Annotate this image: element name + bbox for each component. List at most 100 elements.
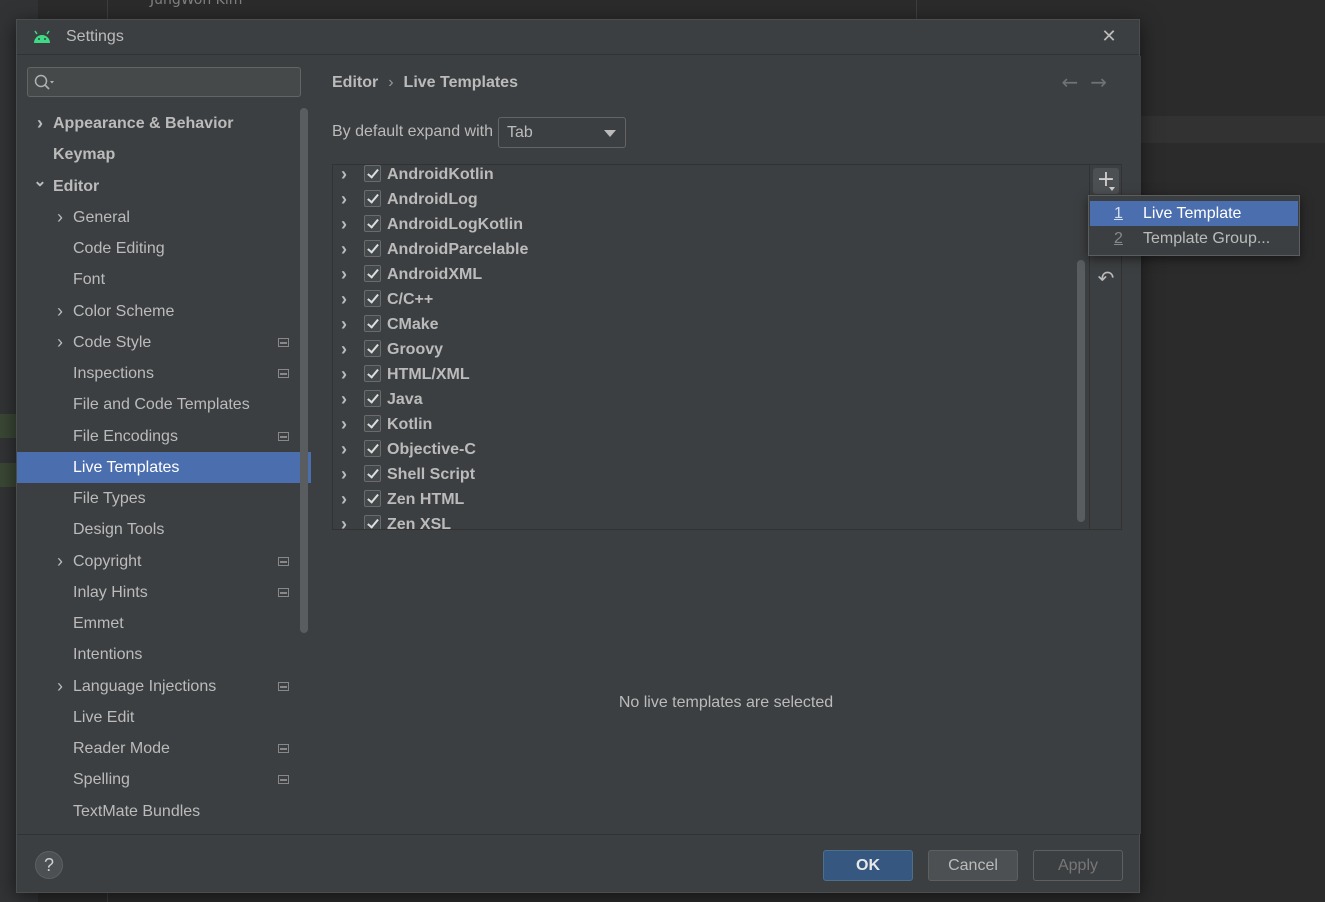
cancel-button[interactable]: Cancel [928, 850, 1018, 881]
help-button[interactable]: ? [35, 851, 63, 879]
sidebar-item-copyright[interactable]: › Copyright [17, 546, 311, 577]
template-group-row[interactable]: › AndroidXML [333, 262, 1089, 287]
chevron-right-icon[interactable]: › [33, 108, 47, 139]
chevron-right-icon[interactable]: › [341, 437, 347, 462]
template-group-checkbox[interactable] [364, 390, 381, 407]
template-group-checkbox[interactable] [364, 265, 381, 282]
sidebar-item-file-encodings[interactable]: File Encodings [17, 421, 311, 452]
chevron-right-icon[interactable]: › [341, 337, 347, 362]
template-group-row[interactable]: › Shell Script [333, 462, 1089, 487]
chevron-right-icon[interactable]: › [53, 546, 67, 577]
template-group-checkbox[interactable] [364, 465, 381, 482]
sidebar-item-keymap[interactable]: Keymap [17, 139, 311, 170]
sidebar-item-label: Spelling [73, 771, 130, 789]
template-group-row[interactable]: › Groovy [333, 337, 1089, 362]
template-group-checkbox[interactable] [364, 315, 381, 332]
sidebar-item-editor[interactable]: ⌄ Editor [17, 171, 311, 202]
sidebar-item-inlay-hints[interactable]: Inlay Hints [17, 577, 311, 608]
template-group-row[interactable]: › AndroidLogKotlin [333, 212, 1089, 237]
chevron-right-icon[interactable]: › [53, 327, 67, 358]
template-group-row[interactable]: › AndroidParcelable [333, 237, 1089, 262]
chevron-down-icon[interactable]: ⌄ [33, 171, 47, 193]
chevron-right-icon[interactable]: › [53, 671, 67, 702]
chevron-right-icon[interactable]: › [341, 387, 347, 412]
template-group-label: Zen XSL [387, 516, 452, 530]
template-group-row[interactable]: › CMake [333, 312, 1089, 337]
apply-button[interactable]: Apply [1033, 850, 1123, 881]
sidebar-item-file-types[interactable]: File Types [17, 483, 311, 514]
template-group-checkbox[interactable] [364, 190, 381, 207]
chevron-right-icon[interactable]: › [53, 296, 67, 327]
template-group-checkbox[interactable] [364, 440, 381, 457]
template-group-row[interactable]: › C/C++ [333, 287, 1089, 312]
chevron-right-icon[interactable]: › [341, 362, 347, 387]
template-group-row[interactable]: › AndroidKotlin [333, 165, 1089, 187]
chevron-right-icon[interactable]: › [341, 262, 347, 287]
close-button[interactable]: ✕ [1099, 27, 1119, 47]
sidebar-item-code-style[interactable]: › Code Style [17, 327, 311, 358]
template-group-checkbox[interactable] [364, 490, 381, 507]
template-group-row[interactable]: › Zen XSL [333, 512, 1089, 530]
project-settings-icon [278, 744, 289, 753]
sidebar-item-appearance-behavior[interactable]: › Appearance & Behavior [17, 108, 311, 139]
sidebar-item-label: Live Edit [73, 708, 135, 726]
template-group-checkbox[interactable] [364, 340, 381, 357]
template-group-checkbox[interactable] [364, 290, 381, 307]
sidebar-item-language-injections[interactable]: › Language Injections [17, 671, 311, 702]
back-arrow-icon[interactable]: ← [1061, 70, 1090, 94]
expand-with-dropdown[interactable]: Tab [498, 117, 626, 148]
add-button[interactable]: + [1093, 168, 1119, 194]
popup-item-template-group[interactable]: 2 Template Group... [1090, 226, 1298, 251]
template-group-row[interactable]: › Objective-C [333, 437, 1089, 462]
sidebar-item-live-templates[interactable]: Live Templates [17, 451, 311, 483]
template-group-checkbox[interactable] [364, 215, 381, 232]
popup-item-live-template[interactable]: 1 Live Template [1090, 201, 1298, 226]
sidebar-scrollbar[interactable] [300, 108, 308, 633]
chevron-right-icon[interactable]: › [341, 187, 347, 212]
template-group-checkbox[interactable] [364, 515, 381, 529]
template-group-checkbox[interactable] [364, 165, 381, 182]
chevron-right-icon[interactable]: › [341, 237, 347, 262]
sidebar-item-textmate-bundles[interactable]: TextMate Bundles [17, 796, 311, 827]
chevron-right-icon[interactable]: › [53, 202, 67, 233]
chevron-right-icon[interactable]: › [341, 165, 347, 187]
settings-dialog: Settings ✕ › Appearance & Behavior Keymap ⌄… [16, 19, 1141, 893]
template-group-row[interactable]: › AndroidLog [333, 187, 1089, 212]
breadcrumb-editor[interactable]: Editor [332, 74, 378, 91]
templates-list-scrollbar[interactable] [1077, 260, 1085, 522]
sidebar-item-general[interactable]: › General [17, 202, 311, 233]
restore-defaults-button[interactable]: ↶ [1095, 267, 1117, 289]
sidebar-item-reader-mode[interactable]: Reader Mode [17, 733, 311, 764]
template-group-checkbox[interactable] [364, 415, 381, 432]
chevron-right-icon[interactable]: › [341, 462, 347, 487]
sidebar-item-code-editing[interactable]: Code Editing [17, 233, 311, 264]
template-group-row[interactable]: › Zen HTML [333, 487, 1089, 512]
sidebar-item-inspections[interactable]: Inspections [17, 358, 311, 389]
template-group-checkbox[interactable] [364, 365, 381, 382]
settings-search-input[interactable] [27, 67, 301, 97]
sidebar-item-label: TextMate Bundles [73, 802, 201, 820]
sidebar-item-live-edit[interactable]: Live Edit [17, 702, 311, 733]
sidebar-item-font[interactable]: Font [17, 264, 311, 295]
ok-button[interactable]: OK [823, 850, 913, 881]
template-group-checkbox[interactable] [364, 240, 381, 257]
forward-arrow-icon[interactable]: → [1090, 70, 1119, 94]
ide-change-marker [0, 414, 16, 438]
chevron-right-icon[interactable]: › [341, 487, 347, 512]
template-group-row[interactable]: › HTML/XML [333, 362, 1089, 387]
sidebar-item-emmet[interactable]: Emmet [17, 608, 311, 639]
chevron-right-icon[interactable]: › [341, 287, 347, 312]
dialog-footer: ? OK Cancel Apply [17, 834, 1139, 892]
sidebar-item-design-tools[interactable]: Design Tools [17, 514, 311, 545]
chevron-right-icon[interactable]: › [341, 512, 347, 529]
sidebar-item-label: File and Code Templates [73, 396, 250, 414]
sidebar-item-intentions[interactable]: Intentions [17, 639, 311, 670]
chevron-right-icon[interactable]: › [341, 312, 347, 337]
chevron-right-icon[interactable]: › [341, 412, 347, 437]
sidebar-item-file-and-code-templates[interactable]: File and Code Templates [17, 389, 311, 420]
sidebar-item-color-scheme[interactable]: › Color Scheme [17, 296, 311, 327]
template-group-row[interactable]: › Java [333, 387, 1089, 412]
chevron-right-icon[interactable]: › [341, 212, 347, 237]
template-group-row[interactable]: › Kotlin [333, 412, 1089, 437]
sidebar-item-spelling[interactable]: Spelling [17, 764, 311, 795]
